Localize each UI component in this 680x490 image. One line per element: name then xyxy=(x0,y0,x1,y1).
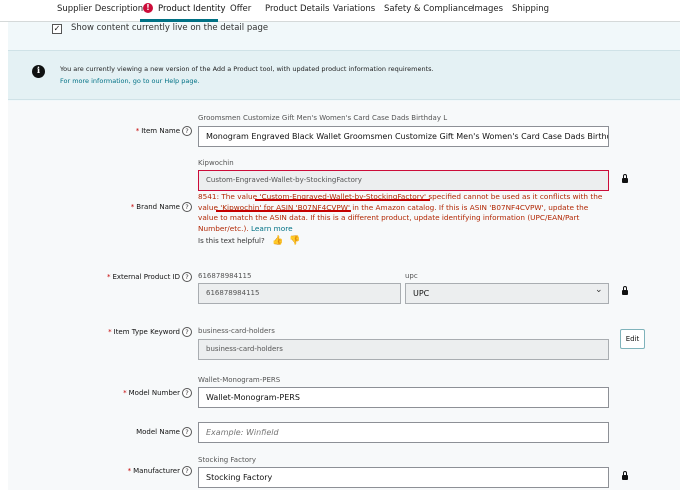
helpful-prompt: Is this text helpful? xyxy=(198,237,265,245)
item-name-field[interactable]: Monogram Engraved Black Wallet Groomsmen… xyxy=(198,126,609,147)
model-number-field[interactable]: Wallet-Monogram-PERS xyxy=(198,387,609,408)
item-type-keyword-label: * Item Type Keyword xyxy=(108,328,180,336)
tab-offer[interactable]: Offer xyxy=(230,4,251,14)
thumbs-up-icon[interactable]: 👍 xyxy=(272,236,283,246)
help-page-link[interactable]: For more information, go to our Help pag… xyxy=(60,77,200,85)
tab-bar: Supplier Description ! Product Identity … xyxy=(0,0,680,22)
notice-text: You are currently viewing a new version … xyxy=(60,65,434,73)
id-type-select[interactable]: UPC xyxy=(405,283,609,304)
info-notice: i You are currently viewing a new versio… xyxy=(8,50,680,100)
lock-icon xyxy=(622,286,628,295)
tab-safety-compliance[interactable]: Safety & Compliance xyxy=(384,4,473,14)
error-icon: ! xyxy=(143,3,153,13)
edit-button[interactable]: Edit xyxy=(620,329,645,349)
lock-icon xyxy=(622,174,628,183)
annotation-underline xyxy=(216,210,351,212)
external-product-id-label: * External Product ID xyxy=(106,273,180,281)
learn-more-link[interactable]: Learn more xyxy=(251,224,293,233)
tab-supplier-description[interactable]: Supplier Description xyxy=(57,4,143,14)
help-icon[interactable]: ? xyxy=(182,272,192,282)
info-icon: i xyxy=(32,65,45,78)
help-icon[interactable]: ? xyxy=(182,126,192,136)
brand-name-label: * Brand Name xyxy=(130,203,180,211)
item-name-suggestion: Groomsmen Customize Gift Men's Women's C… xyxy=(198,114,448,122)
help-icon[interactable]: ? xyxy=(182,466,192,476)
item-type-keyword-suggestion: business-card-holders xyxy=(198,327,275,335)
show-live-content-label: Show content currently live on the detai… xyxy=(71,23,269,33)
model-number-label: * Model Number xyxy=(123,389,180,397)
help-icon[interactable]: ? xyxy=(182,388,192,398)
model-name-label: Model Name xyxy=(136,428,180,436)
model-number-suggestion: Wallet-Monogram-PERS xyxy=(198,376,281,384)
chevron-down-icon: ⌄ xyxy=(595,285,603,295)
external-product-id-suggestion: 616878984115 xyxy=(198,272,252,280)
annotation-underline xyxy=(255,199,430,201)
external-product-id-field[interactable]: 616878984115 xyxy=(198,283,401,304)
help-icon[interactable]: ? xyxy=(182,427,192,437)
item-name-label: * Item Name xyxy=(135,127,180,135)
manufacturer-field[interactable]: Stocking Factory xyxy=(198,467,609,488)
tab-shipping[interactable]: Shipping xyxy=(512,4,549,14)
tab-product-identity[interactable]: Product Identity xyxy=(158,4,226,14)
manufacturer-suggestion: Stocking Factory xyxy=(198,456,256,464)
model-name-field[interactable]: Example: Winfield xyxy=(198,422,609,443)
show-live-content-row: ✓ Show content currently live on the det… xyxy=(8,22,680,37)
manufacturer-label: * Manufacturer xyxy=(127,467,180,475)
lock-icon xyxy=(622,471,628,480)
id-type-suggestion: upc xyxy=(405,272,418,280)
help-icon[interactable]: ? xyxy=(182,202,192,212)
tab-product-details[interactable]: Product Details xyxy=(265,4,329,14)
show-live-content-checkbox[interactable]: ✓ xyxy=(52,24,62,34)
tab-variations[interactable]: Variations xyxy=(333,4,375,14)
item-type-keyword-field[interactable]: business-card-holders xyxy=(198,339,609,360)
thumbs-down-icon[interactable]: 👎 xyxy=(289,236,300,246)
brand-name-suggestion: Kipwochin xyxy=(198,159,234,167)
tab-images[interactable]: Images xyxy=(472,4,503,14)
help-icon[interactable]: ? xyxy=(182,327,192,337)
brand-name-field[interactable]: Custom-Engraved-Wallet-by-StockingFactor… xyxy=(198,170,609,191)
